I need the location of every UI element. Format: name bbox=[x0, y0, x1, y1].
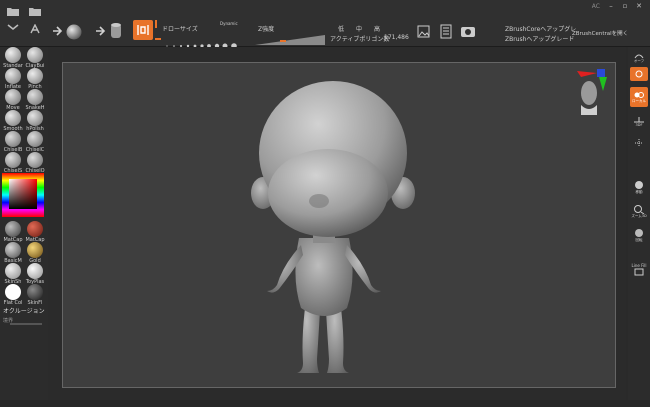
floor-button[interactable]: 3DF bbox=[630, 113, 648, 131]
floor-label: 3DF bbox=[635, 123, 643, 127]
occlusion-label[interactable]: オクルージョン bbox=[3, 306, 45, 315]
brush-pinch[interactable]: Pinch bbox=[24, 68, 46, 91]
brush-inflate[interactable]: Inflate bbox=[2, 68, 24, 91]
z-intensity-slider[interactable] bbox=[255, 30, 325, 45]
close-icon[interactable]: ✕ bbox=[634, 2, 644, 10]
document-canvas[interactable] bbox=[62, 62, 616, 388]
brush-claybuildup[interactable]: ClayBui bbox=[24, 47, 46, 70]
move-button[interactable]: 移動 bbox=[630, 177, 648, 197]
maximize-icon[interactable]: ▫ bbox=[620, 2, 630, 10]
arrow-right-icon[interactable] bbox=[95, 26, 107, 36]
symmetry-button[interactable] bbox=[630, 135, 648, 151]
draw-size-indicator bbox=[155, 38, 161, 40]
quality-mid-label[interactable]: 中 bbox=[356, 24, 362, 33]
bottom-bar bbox=[0, 400, 650, 407]
cylinder-tool-icon[interactable] bbox=[110, 22, 122, 40]
sphere-tool-icon[interactable] bbox=[66, 24, 82, 40]
local-button[interactable]: ローカル bbox=[630, 87, 648, 107]
ac-label: AC bbox=[591, 3, 600, 10]
top-toolbar: ドローサイズ Dynamic Z強度 低 中 高 アクティブポリゴン数 171,… bbox=[0, 0, 650, 49]
rotate3d-label: 回転 bbox=[635, 238, 643, 242]
material-skinflat[interactable]: SkinFl bbox=[24, 284, 46, 307]
zoom3d-label: ズーム3D bbox=[631, 214, 647, 218]
material-flatcolor[interactable]: Flat Col bbox=[2, 284, 24, 307]
quality-low-label[interactable]: 低 bbox=[338, 24, 344, 33]
material-gold[interactable]: Gold bbox=[24, 242, 46, 265]
brush-snakehook[interactable]: SnakeH bbox=[24, 89, 46, 112]
brush-smooth[interactable]: Smooth bbox=[2, 110, 24, 133]
boundary-slider[interactable] bbox=[10, 323, 42, 325]
brush-standard[interactable]: Standar bbox=[2, 47, 24, 70]
zbrushcore-upgrade-link[interactable]: ZBrushCoreへアップグレ bbox=[505, 24, 576, 33]
material-matcap-gray[interactable]: MatCap bbox=[2, 221, 24, 244]
brush-chiselc[interactable]: ChiselC bbox=[24, 131, 46, 154]
camera-icon[interactable] bbox=[460, 24, 476, 38]
material-matcap-red[interactable]: MatCap bbox=[24, 221, 46, 244]
quality-high-label[interactable]: 高 bbox=[374, 24, 380, 33]
orbit-label: オーフ bbox=[633, 59, 645, 63]
save-project-icon[interactable] bbox=[28, 4, 42, 18]
draw-size-label: ドローサイズ bbox=[162, 26, 198, 33]
dynamic-label: Dynamic bbox=[220, 21, 238, 26]
brush-chiselo[interactable]: ChiselO bbox=[24, 152, 46, 175]
color-picker[interactable] bbox=[2, 173, 44, 217]
brush-chiselb[interactable]: ChiselB bbox=[2, 131, 24, 154]
active-polys-label: アクティブポリゴン数 bbox=[330, 36, 390, 43]
left-tool-panel: Standar ClayBui Inflate Pinch Move Snake… bbox=[0, 47, 48, 407]
open-project-icon[interactable] bbox=[6, 4, 20, 18]
export-letter-icon[interactable] bbox=[28, 24, 42, 34]
zoom3d-button[interactable]: ズーム3D bbox=[630, 201, 648, 221]
chibi-model[interactable] bbox=[63, 63, 617, 389]
zbrush-upgrade-link[interactable]: ZBrushへアップグレード bbox=[505, 34, 574, 43]
draw-mode-button[interactable] bbox=[133, 20, 153, 40]
draw-size-slider[interactable] bbox=[162, 34, 240, 49]
orbit-button[interactable]: オーフ bbox=[630, 51, 648, 65]
orientation-gizmo[interactable] bbox=[573, 67, 609, 117]
document-icon[interactable] bbox=[440, 24, 452, 39]
import-arrow-icon[interactable] bbox=[6, 24, 20, 34]
material-basic[interactable]: BasicM bbox=[2, 242, 24, 265]
right-nav-panel: オーフ ローカル 3DF 移動 ズーム3D 回転 Line Fill bbox=[628, 47, 650, 407]
material-toyplastic[interactable]: ToyPlas bbox=[24, 263, 46, 286]
brush-move[interactable]: Move bbox=[2, 89, 24, 112]
active-polys-value: 171,486 bbox=[384, 34, 409, 41]
draw-size-indicator bbox=[155, 20, 157, 28]
z-intensity-indicator bbox=[280, 40, 286, 42]
move-label: 移動 bbox=[635, 190, 643, 194]
arrow-right-icon[interactable] bbox=[52, 26, 64, 36]
image-icon[interactable] bbox=[417, 25, 430, 38]
local-label: ローカル bbox=[632, 99, 646, 103]
rotate-button[interactable] bbox=[630, 67, 648, 81]
brush-hpolish[interactable]: hPolish bbox=[24, 110, 46, 133]
rotate3d-button[interactable]: 回転 bbox=[630, 225, 648, 245]
zbrushcentral-link[interactable]: ZBrushCentralを開く bbox=[572, 29, 628, 37]
minimize-icon[interactable]: – bbox=[606, 2, 616, 10]
linefill-button[interactable]: Line Fill bbox=[630, 259, 648, 281]
brush-chisels[interactable]: ChiselS bbox=[2, 152, 24, 175]
material-skinshade[interactable]: SkinSh bbox=[2, 263, 24, 286]
